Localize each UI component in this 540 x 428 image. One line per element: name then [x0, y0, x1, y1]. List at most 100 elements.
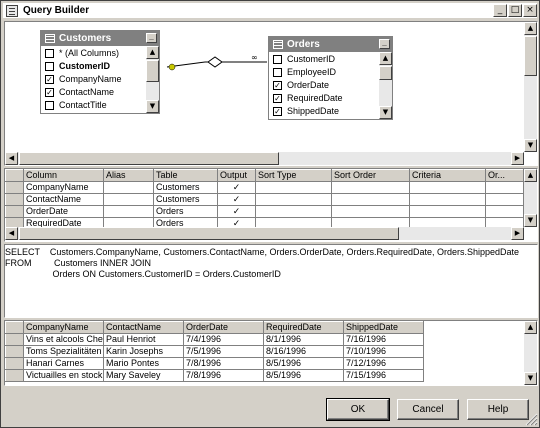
results-cell[interactable]: Toms Spezialitäten: [23, 345, 104, 358]
criteria-pane[interactable]: Column Alias Table Output Sort Type Sort Orde…: [4, 168, 538, 242]
scroll-right-icon[interactable]: ▶: [511, 152, 524, 165]
criteria-cell-column[interactable]: OrderDate: [23, 205, 104, 218]
results-column-header[interactable]: ContactName: [103, 321, 184, 334]
row-selector[interactable]: [5, 181, 24, 194]
criteria-cell-empty[interactable]: [255, 205, 332, 218]
results-row[interactable]: Toms Spezialitäten Karin Josephs 7/5/1996 8…: [5, 345, 424, 358]
ok-button[interactable]: OK: [326, 398, 390, 421]
results-column-header[interactable]: RequiredDate: [263, 321, 344, 334]
results-cell[interactable]: Vins et alcools Chev: [23, 333, 104, 346]
criteria-cell-output[interactable]: ✓: [217, 193, 256, 206]
results-cell[interactable]: 8/5/1996: [263, 369, 344, 382]
scroll-thumb[interactable]: [19, 152, 279, 165]
criteria-grid[interactable]: Column Alias Table Output Sort Type Sort Orde…: [5, 169, 524, 230]
criteria-cell-empty[interactable]: [255, 181, 332, 194]
row-selector[interactable]: [5, 369, 24, 382]
results-row[interactable]: Victuailles en stock Mary Saveley 7/8/1996…: [5, 369, 424, 382]
criteria-cell-empty[interactable]: [409, 181, 486, 194]
results-cell[interactable]: Mary Saveley: [103, 369, 184, 382]
scroll-left-icon[interactable]: ◀: [5, 227, 18, 240]
scroll-right-icon[interactable]: ▶: [511, 227, 524, 240]
criteria-cell-empty[interactable]: [485, 181, 524, 194]
criteria-cell-empty[interactable]: [331, 181, 410, 194]
criteria-cell-column[interactable]: ContactName: [23, 193, 104, 206]
diagram-pane[interactable]: ∞ Customers _ * (All Columns) CustomerID ✓…: [4, 21, 538, 166]
results-cell[interactable]: 7/10/1996: [343, 345, 424, 358]
scroll-down-icon[interactable]: ▼: [524, 372, 537, 385]
criteria-cell-column[interactable]: CompanyName: [23, 181, 104, 194]
table-column-item[interactable]: CustomerID: [43, 60, 110, 73]
results-cell[interactable]: Victuailles en stock: [23, 369, 104, 382]
scroll-thumb[interactable]: [379, 66, 392, 80]
table-column-item[interactable]: ✓ OrderDate: [271, 79, 329, 92]
criteria-column-header[interactable]: Column: [23, 169, 104, 182]
scroll-thumb[interactable]: [146, 60, 159, 82]
column-checkbox[interactable]: ✓: [273, 94, 282, 103]
customers-table[interactable]: Customers _ * (All Columns) CustomerID ✓ Co…: [40, 30, 160, 114]
column-checkbox[interactable]: [45, 62, 54, 71]
results-column-header[interactable]: OrderDate: [183, 321, 264, 334]
collapse-icon[interactable]: _: [379, 39, 390, 49]
criteria-cell-alias[interactable]: [103, 181, 154, 194]
orders-table[interactable]: Orders _ CustomerID EmployeeID ✓ OrderDate ✓…: [268, 36, 393, 120]
criteria-hscroll[interactable]: ◀ ▶: [5, 227, 524, 240]
results-cell[interactable]: 7/4/1996: [183, 333, 264, 346]
diagram-hscroll[interactable]: ◀ ▶: [5, 152, 524, 165]
results-cell[interactable]: 8/5/1996: [263, 357, 344, 370]
column-checkbox[interactable]: ✓: [273, 81, 282, 90]
scroll-up-icon[interactable]: ▲: [524, 321, 537, 334]
scroll-up-icon[interactable]: ▲: [524, 169, 537, 182]
table-column-item[interactable]: ✓ ContactName: [43, 86, 114, 99]
results-column-header[interactable]: ShippedDate: [343, 321, 424, 334]
criteria-column-header[interactable]: Or...: [485, 169, 524, 182]
criteria-cell-table[interactable]: Orders: [153, 205, 218, 218]
scroll-down-icon[interactable]: ▼: [146, 100, 159, 113]
results-vscroll[interactable]: ▲ ▼: [524, 321, 537, 385]
table-column-item[interactable]: * (All Columns): [43, 47, 119, 60]
scroll-down-icon[interactable]: ▼: [524, 139, 537, 152]
criteria-column-header[interactable]: Sort Type: [255, 169, 332, 182]
results-cell[interactable]: 7/16/1996: [343, 333, 424, 346]
scroll-down-icon[interactable]: ▼: [524, 214, 537, 227]
criteria-row[interactable]: CompanyName Customers ✓: [5, 181, 524, 194]
row-selector[interactable]: [5, 357, 24, 370]
table-column-item[interactable]: ContactTitle: [43, 99, 107, 112]
criteria-row[interactable]: ContactName Customers ✓: [5, 193, 524, 206]
minimize-icon[interactable]: _: [493, 4, 507, 17]
column-checkbox[interactable]: [45, 49, 54, 58]
scroll-up-icon[interactable]: ▲: [524, 22, 537, 35]
orders-table-header[interactable]: Orders _: [269, 37, 392, 52]
criteria-cell-alias[interactable]: [103, 193, 154, 206]
sql-text[interactable]: SELECT Customers.CompanyName, Customers.…: [5, 247, 519, 280]
criteria-column-header[interactable]: Sort Order: [331, 169, 410, 182]
results-row[interactable]: Vins et alcools Chev Paul Henriot 7/4/1996…: [5, 333, 424, 346]
criteria-vscroll[interactable]: ▲ ▼: [524, 169, 537, 227]
table-column-item[interactable]: ✓ RequiredDate: [271, 92, 343, 105]
cancel-button[interactable]: Cancel: [397, 399, 459, 420]
criteria-cell-empty[interactable]: [409, 205, 486, 218]
scroll-thumb[interactable]: [19, 227, 399, 240]
criteria-cell-empty[interactable]: [485, 205, 524, 218]
criteria-cell-output[interactable]: ✓: [217, 181, 256, 194]
help-button[interactable]: Help: [467, 399, 529, 420]
orders-scrollbar[interactable]: ▲ ▼: [379, 52, 392, 119]
results-pane[interactable]: CompanyName ContactName OrderDate RequiredD…: [4, 320, 538, 386]
maximize-icon[interactable]: □: [508, 4, 522, 17]
criteria-cell-table[interactable]: Customers: [153, 193, 218, 206]
row-selector[interactable]: [5, 193, 24, 206]
results-column-header[interactable]: CompanyName: [23, 321, 104, 334]
size-grip-icon[interactable]: [525, 413, 538, 426]
results-cell[interactable]: 7/12/1996: [343, 357, 424, 370]
table-column-item[interactable]: ✓ ShippedDate: [271, 105, 339, 118]
results-cell[interactable]: 8/16/1996: [263, 345, 344, 358]
scroll-down-icon[interactable]: ▼: [379, 106, 392, 119]
column-checkbox[interactable]: ✓: [45, 75, 54, 84]
results-cell[interactable]: 7/8/1996: [183, 357, 264, 370]
diagram-vscroll[interactable]: ▲ ▼: [524, 22, 537, 152]
row-selector[interactable]: [5, 333, 24, 346]
results-cell[interactable]: 8/1/1996: [263, 333, 344, 346]
criteria-cell-output[interactable]: ✓: [217, 205, 256, 218]
scroll-thumb[interactable]: [524, 36, 537, 76]
criteria-column-header[interactable]: Table: [153, 169, 218, 182]
scroll-left-icon[interactable]: ◀: [5, 152, 18, 165]
